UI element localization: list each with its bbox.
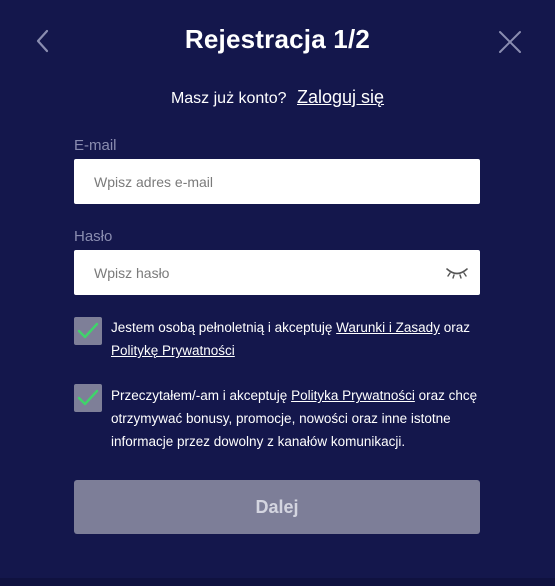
privacy-policy-link[interactable]: Polityka Prywatności xyxy=(291,388,415,403)
adult-terms-text: Jestem osobą pełnoletnią i akceptuję War… xyxy=(111,316,481,362)
privacy-policy-link[interactable]: Politykę Prywatności xyxy=(111,343,235,358)
login-question: Masz już konto? xyxy=(170,90,287,107)
next-button[interactable]: Dalej xyxy=(74,480,480,534)
bottom-divider xyxy=(0,578,555,586)
login-prompt: Masz już konto? Zaloguj się xyxy=(0,87,555,108)
eye-closed-icon xyxy=(446,268,468,279)
password-visibility-toggle[interactable] xyxy=(444,265,470,281)
password-field[interactable] xyxy=(74,250,480,295)
adult-terms-checkbox[interactable] xyxy=(74,317,102,345)
close-icon xyxy=(499,31,521,53)
marketing-consent-checkbox[interactable] xyxy=(74,384,102,412)
checkmark-icon xyxy=(77,322,99,339)
consent-text: Jestem osobą pełnoletnią i akceptuję xyxy=(111,320,337,335)
checkmark-icon xyxy=(77,389,99,406)
login-link[interactable]: Zaloguj się xyxy=(297,87,384,107)
email-field[interactable] xyxy=(74,159,480,204)
close-button[interactable] xyxy=(497,29,523,55)
consent-text: oraz xyxy=(439,320,470,335)
terms-link[interactable]: Warunki i Zasady xyxy=(336,320,440,335)
marketing-consent-text: Przeczytałem/-am i akceptuję Polityka Pr… xyxy=(111,384,481,453)
registration-modal: Rejestracja 1/2 Masz już konto? Zaloguj … xyxy=(0,0,555,586)
email-label: E-mail xyxy=(74,137,117,154)
password-label: Hasło xyxy=(74,228,113,245)
consent-text: Przeczytałem/-am i akceptuję xyxy=(111,388,292,403)
page-title: Rejestracja 1/2 xyxy=(184,24,371,54)
